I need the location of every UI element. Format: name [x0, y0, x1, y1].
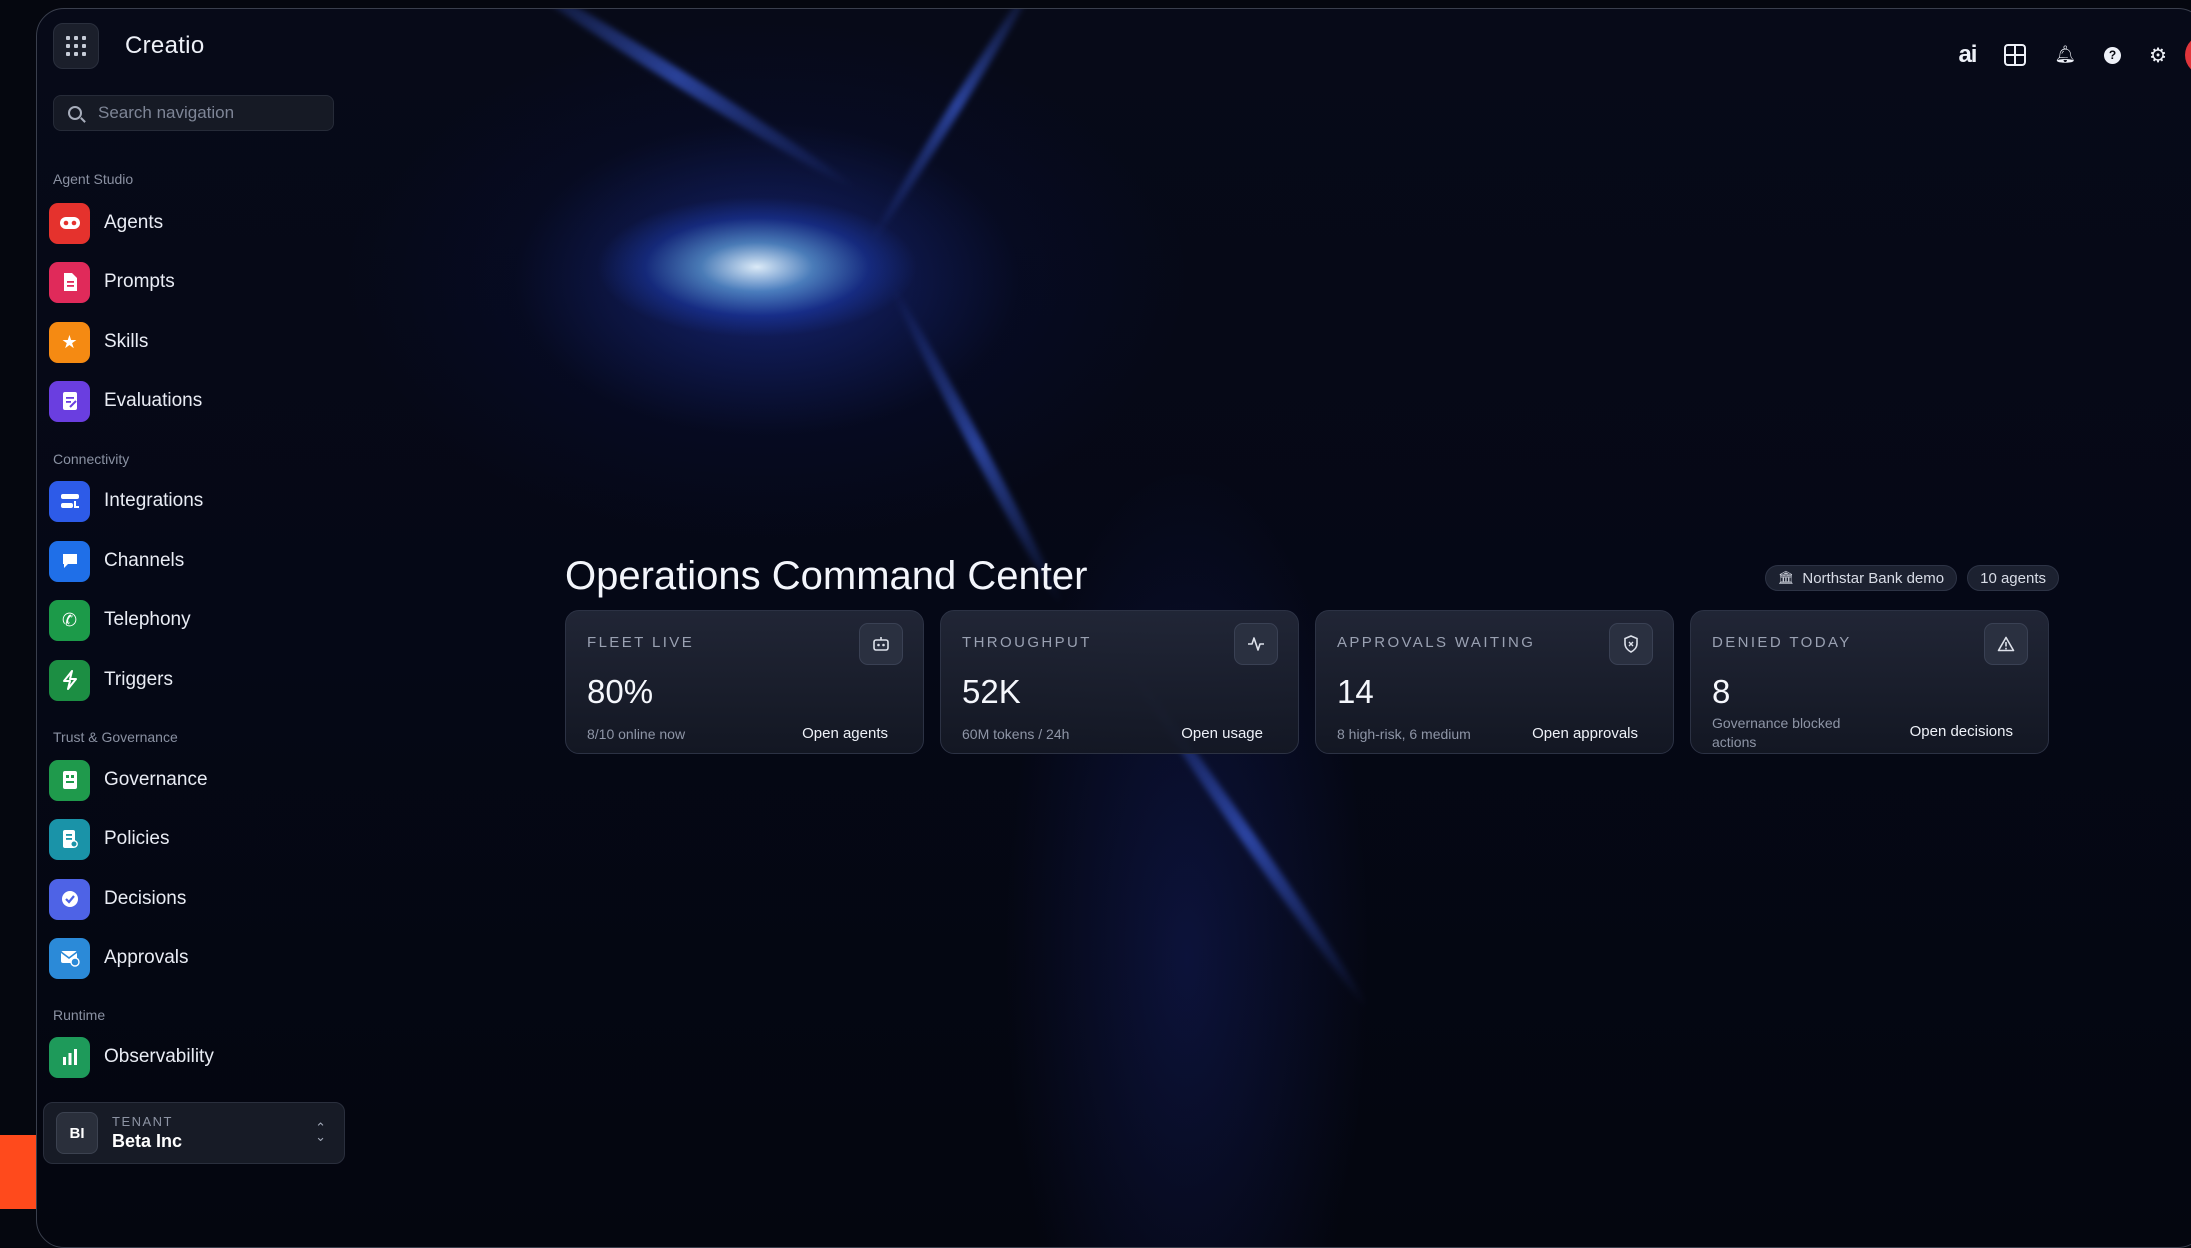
header-chips: 🏛︎ Northstar Bank demo 10 agents — [1755, 565, 2059, 591]
top-toolbar: ai 🔔︎ ? ⚙ — [1930, 35, 2191, 75]
shield-icon — [1609, 623, 1653, 665]
org-chip[interactable]: 🏛︎ Northstar Bank demo — [1764, 565, 1958, 591]
sidebar-item-label: Integrations — [104, 490, 204, 511]
sidebar-item-label: Approvals — [104, 947, 189, 968]
activity-icon — [1234, 623, 1278, 665]
card-value: 8 — [1712, 673, 1731, 710]
sidebar-item-label: Observability — [104, 1046, 214, 1067]
tenant-caption: TENANT — [112, 1114, 173, 1129]
kpi-card-fleet-live: FLEET LIVE 80% 8/10 online now Open agen… — [565, 610, 924, 754]
sidebar-item-channels[interactable]: Channels — [49, 539, 339, 583]
sidebar: Creatio Agent Studio Agents Prompts ★ Sk… — [37, 9, 357, 1247]
kpi-card-denied-today: DENIED TODAY 8 Governance blocked action… — [1690, 610, 2049, 754]
help-icon[interactable]: ? — [2104, 46, 2122, 64]
sidebar-item-label: Prompts — [104, 271, 175, 292]
header-left: Creatio — [53, 23, 204, 69]
governance-icon — [49, 759, 90, 801]
card-value: 80% — [587, 673, 654, 710]
phone-icon: ✆ — [49, 599, 90, 641]
search-input[interactable] — [98, 103, 318, 123]
tenant-switcher[interactable]: BI TENANT Beta Inc ⌃ ⌄ — [43, 1102, 345, 1164]
robot-icon — [859, 623, 903, 665]
sidebar-item-observability[interactable]: Observability — [49, 1035, 339, 1079]
section-label-trust-governance: Trust & Governance — [53, 729, 178, 745]
lightning-icon — [49, 659, 90, 701]
chat-icon — [49, 540, 90, 582]
tenant-text: TENANT Beta Inc — [112, 1114, 182, 1152]
sidebar-item-label: Governance — [104, 769, 208, 790]
background-streak — [494, 9, 860, 196]
sidebar-item-label: Telephony — [104, 609, 191, 630]
sidebar-item-policies[interactable]: Policies — [49, 817, 339, 861]
open-agents-link[interactable]: Open agents — [802, 725, 888, 742]
layout-grid-icon[interactable] — [2004, 44, 2027, 66]
warning-icon — [1984, 623, 2028, 665]
sidebar-item-label: Skills — [104, 331, 149, 352]
card-value: 52K — [962, 673, 1021, 710]
search-box[interactable] — [53, 95, 334, 131]
bank-icon: 🏛︎ — [1777, 570, 1795, 585]
sidebar-item-skills[interactable]: ★ Skills — [49, 320, 339, 364]
sidebar-item-triggers[interactable]: Triggers — [49, 658, 339, 702]
sidebar-item-telephony[interactable]: ✆ Telephony — [49, 598, 339, 642]
section-label-runtime: Runtime — [53, 1007, 106, 1023]
gear-icon[interactable]: ⚙ — [2149, 43, 2167, 68]
agents-count-chip[interactable]: 10 agents — [1967, 565, 2059, 591]
section-label-agent-studio: Agent Studio — [53, 171, 134, 187]
avatar[interactable] — [2185, 35, 2191, 75]
sidebar-item-label: Decisions — [104, 888, 187, 909]
app-window: Creatio Agent Studio Agents Prompts ★ Sk… — [36, 8, 2191, 1248]
app-logo[interactable]: Creatio — [125, 32, 204, 60]
sidebar-item-label: Triggers — [104, 669, 173, 690]
sidebar-item-agents[interactable]: Agents — [49, 201, 339, 245]
sidebar-item-evaluations[interactable]: Evaluations — [49, 379, 339, 423]
sidebar-item-prompts[interactable]: Prompts — [49, 260, 339, 304]
mail-check-icon — [49, 937, 90, 979]
sidebar-item-governance[interactable]: Governance — [49, 758, 339, 802]
card-subtitle: 8 high-risk, 6 medium — [1337, 726, 1471, 742]
app-launcher-button[interactable] — [53, 23, 99, 69]
page-title: Operations Command Center — [565, 554, 1088, 598]
bar-chart-icon — [49, 1036, 90, 1078]
open-usage-link[interactable]: Open usage — [1181, 725, 1263, 742]
card-value: 14 — [1337, 673, 1374, 710]
kpi-card-throughput: THROUGHPUT 52K 60M tokens / 24h Open usa… — [940, 610, 1299, 754]
section-label-connectivity: Connectivity — [53, 451, 130, 467]
clipboard-icon — [49, 380, 90, 422]
card-title: DENIED TODAY — [1712, 634, 1852, 651]
tenant-name: Beta Inc — [112, 1131, 183, 1151]
card-subtitle: 8/10 online now — [587, 726, 686, 742]
kpi-cards: FLEET LIVE 80% 8/10 online now Open agen… — [565, 610, 2065, 754]
sidebar-item-approvals[interactable]: Approvals — [49, 936, 339, 980]
open-decisions-link[interactable]: Open decisions — [1910, 723, 2013, 740]
card-title: APPROVALS WAITING — [1337, 634, 1536, 651]
chevron-up-down-icon: ⌃ ⌄ — [315, 1120, 326, 1144]
robot-icon — [49, 202, 90, 244]
ai-assistant-button[interactable]: ai — [1958, 41, 1977, 69]
grid-dots-icon — [66, 36, 86, 56]
background-streak — [867, 9, 1047, 244]
integration-icon — [49, 480, 90, 522]
policy-icon — [49, 818, 90, 860]
card-subtitle: 60M tokens / 24h — [962, 726, 1070, 742]
sidebar-item-label: Channels — [104, 550, 185, 571]
check-circle-icon — [49, 878, 90, 920]
org-chip-label: Northstar Bank demo — [1802, 569, 1945, 587]
sidebar-item-integrations[interactable]: Integrations — [49, 479, 339, 523]
tenant-avatar: BI — [56, 1112, 98, 1154]
card-title: FLEET LIVE — [587, 634, 695, 651]
star-icon: ★ — [49, 321, 90, 363]
sidebar-item-decisions[interactable]: Decisions — [49, 877, 339, 921]
card-subtitle: Governance blocked actions — [1712, 715, 1841, 750]
open-approvals-link[interactable]: Open approvals — [1532, 725, 1638, 742]
card-title: THROUGHPUT — [962, 634, 1092, 651]
sidebar-item-label: Agents — [104, 212, 164, 233]
document-icon — [49, 261, 90, 303]
kpi-card-approvals-waiting: APPROVALS WAITING 14 8 high-risk, 6 medi… — [1315, 610, 1674, 754]
bell-icon[interactable]: 🔔︎ — [2054, 45, 2076, 65]
search-icon — [68, 106, 82, 120]
sidebar-item-label: Policies — [104, 828, 170, 849]
sidebar-item-label: Evaluations — [104, 390, 203, 411]
